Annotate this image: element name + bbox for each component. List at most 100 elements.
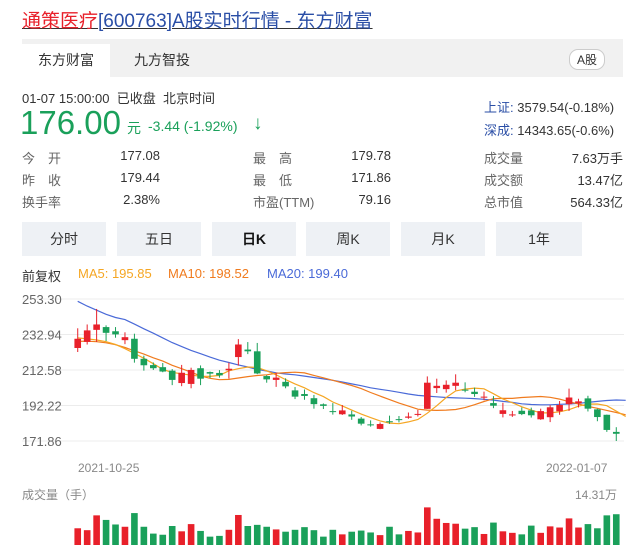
candle-body bbox=[546, 407, 554, 418]
volume-bar bbox=[518, 534, 526, 545]
volume-bar bbox=[594, 528, 601, 545]
candle-body bbox=[395, 419, 403, 421]
volume-bar bbox=[310, 530, 318, 545]
volume-bar bbox=[575, 527, 582, 545]
volume-bar bbox=[159, 534, 167, 545]
volume-bar bbox=[112, 524, 119, 545]
volume-bar bbox=[527, 525, 535, 545]
volume-bar bbox=[121, 526, 129, 545]
candle-body bbox=[527, 410, 535, 416]
volume-bar bbox=[187, 524, 195, 545]
candle bbox=[546, 405, 554, 423]
y-axis-labels: 253.30 232.94 212.58 192.22 171.86 bbox=[22, 292, 62, 449]
candle-body bbox=[263, 376, 270, 380]
volume-bar bbox=[405, 530, 412, 545]
candle-body bbox=[159, 367, 167, 372]
candle-body bbox=[112, 331, 119, 335]
volume-bar bbox=[320, 536, 327, 545]
volume-bar bbox=[93, 515, 100, 545]
x-axis-start-label: 2021-10-25 bbox=[78, 461, 140, 475]
candle-body bbox=[140, 358, 148, 366]
volume-bar bbox=[584, 524, 592, 545]
candle-body bbox=[594, 409, 601, 418]
candle bbox=[244, 342, 252, 355]
volume-bar bbox=[168, 526, 176, 545]
candle-body bbox=[509, 414, 516, 416]
candle-body bbox=[216, 372, 223, 376]
candle bbox=[206, 371, 214, 378]
volume-bar bbox=[395, 534, 403, 545]
candle-body bbox=[235, 344, 242, 358]
volume-max-label: 14.31万 bbox=[575, 488, 617, 502]
volume-bar bbox=[442, 522, 450, 545]
volume-bar bbox=[178, 531, 185, 545]
candle bbox=[348, 410, 356, 420]
candle-body bbox=[442, 384, 450, 390]
chart-grid bbox=[22, 298, 624, 442]
candle-body bbox=[556, 405, 563, 412]
candle bbox=[216, 370, 223, 378]
candle-body bbox=[291, 390, 299, 397]
candle-body bbox=[367, 424, 374, 426]
candle bbox=[74, 328, 82, 353]
candle bbox=[433, 378, 441, 393]
candle bbox=[301, 389, 308, 400]
volume-bar bbox=[367, 532, 374, 545]
candle-body bbox=[93, 324, 100, 330]
candle bbox=[131, 333, 138, 363]
candle bbox=[253, 342, 261, 375]
volume-bar bbox=[301, 527, 308, 545]
y-tick-label: 192.22 bbox=[22, 399, 62, 414]
volume-bar bbox=[480, 533, 488, 545]
candle bbox=[272, 372, 280, 387]
candle bbox=[594, 408, 601, 422]
candle-body bbox=[74, 338, 82, 348]
candle-body bbox=[197, 368, 204, 379]
volume-bar bbox=[490, 522, 497, 545]
candle-body bbox=[178, 372, 185, 384]
volume-axis-label: 成交量（手） bbox=[22, 487, 94, 502]
candle bbox=[112, 327, 119, 338]
candle bbox=[357, 417, 365, 426]
volume-bar bbox=[338, 534, 346, 545]
volume-bar bbox=[537, 532, 544, 545]
candle-body bbox=[168, 370, 176, 380]
candle bbox=[150, 362, 157, 370]
candle bbox=[414, 409, 422, 417]
candle bbox=[83, 324, 91, 345]
candle-body bbox=[376, 424, 384, 429]
volume-bar bbox=[546, 526, 554, 545]
candle-body bbox=[301, 394, 308, 396]
candlesticks bbox=[74, 308, 620, 441]
candle-body bbox=[386, 421, 393, 423]
volume-bar bbox=[216, 535, 223, 545]
y-tick-label: 212.58 bbox=[22, 363, 62, 378]
candle bbox=[490, 396, 497, 409]
candle-body bbox=[490, 403, 497, 406]
candle-body bbox=[575, 401, 582, 404]
candle-body bbox=[537, 411, 544, 420]
candle bbox=[235, 339, 242, 366]
volume-bar bbox=[197, 530, 204, 545]
volume-bar bbox=[74, 528, 82, 545]
y-tick-label: 232.94 bbox=[22, 328, 62, 343]
candle bbox=[102, 325, 110, 342]
candle bbox=[310, 394, 318, 409]
candle bbox=[537, 408, 544, 420]
kline-chart[interactable]: 253.30 232.94 212.58 192.22 171.86 2021-10-2… bbox=[0, 0, 640, 550]
volume-bar bbox=[348, 531, 356, 545]
y-tick-label: 253.30 bbox=[22, 292, 62, 307]
x-axis-end-label: 2022-01-07 bbox=[546, 461, 608, 475]
volume-bar bbox=[329, 529, 337, 545]
candle-body bbox=[565, 397, 573, 405]
candle-body bbox=[329, 411, 337, 413]
volume-bar bbox=[603, 515, 611, 545]
candle bbox=[197, 365, 204, 386]
volume-bar bbox=[565, 518, 573, 545]
volume-bar bbox=[272, 529, 280, 545]
candle bbox=[499, 402, 507, 418]
volume-bar bbox=[253, 524, 261, 545]
candle bbox=[395, 415, 403, 423]
volume-bar bbox=[140, 526, 148, 545]
candle-body bbox=[433, 385, 441, 389]
